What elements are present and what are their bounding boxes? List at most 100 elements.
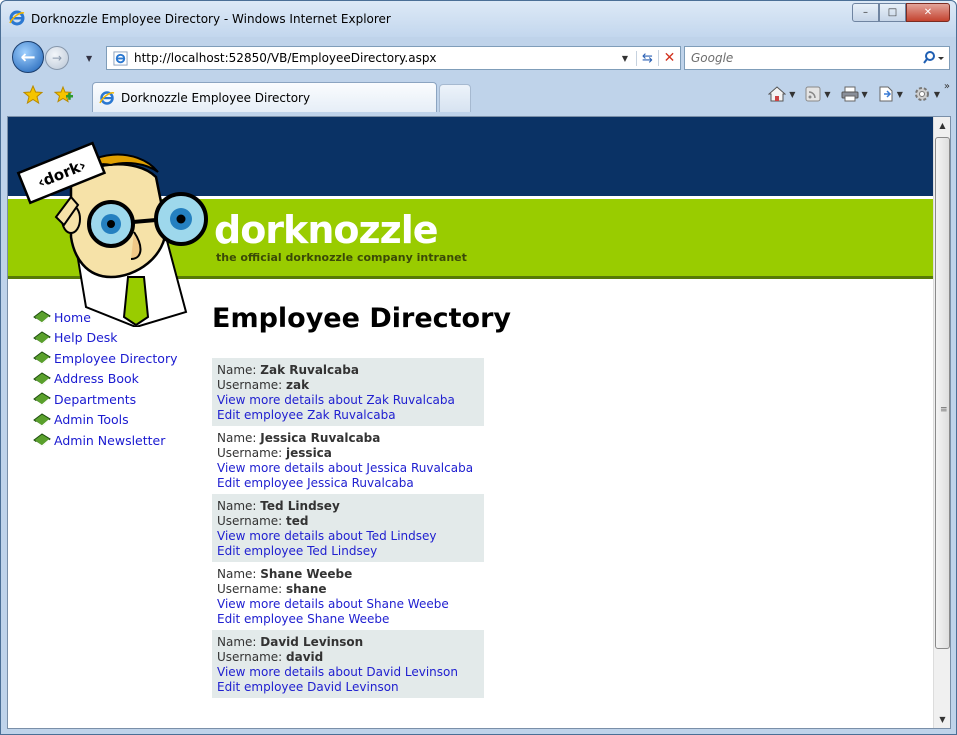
forward-button[interactable]: → [45,46,69,70]
nav-link-employee-directory[interactable]: Employee Directory [54,351,178,366]
address-dropdown-icon[interactable]: ▼ [622,54,628,63]
view-details-link[interactable]: View more details about Jessica Ruvalcab… [217,461,480,476]
command-bar: ▼ ▼ ▼ ▼ ▼ [762,85,940,103]
more-commands-chevron-icon[interactable]: » [944,81,950,92]
nav-link-help-desk[interactable]: Help Desk [54,330,118,345]
page-icon [879,86,893,102]
rss-feed-icon [805,86,821,102]
nav-item-employee-directory[interactable]: Employee Directory [33,348,178,369]
site-brand-name: dorknozzle [214,208,439,252]
home-icon [768,86,787,102]
tools-dropdown-icon[interactable]: ▼ [934,90,940,99]
page-button[interactable]: ▼ [878,86,903,102]
page-dropdown-icon[interactable]: ▼ [897,90,903,99]
title-bar[interactable]: Dorknozzle Employee Directory - Windows … [1,1,956,37]
edit-employee-link[interactable]: Edit employee Jessica Ruvalcaba [217,476,480,491]
vertical-scrollbar[interactable]: ▲ ≡ ▼ [933,117,950,728]
refresh-icon[interactable]: ⇆ [636,50,658,66]
navigation-bar: ← → ▼ http://localhost:52850/VB/Employee… [1,37,956,77]
nav-item-admin-tools[interactable]: Admin Tools [33,410,178,431]
book-icon [33,351,51,366]
employee-username: jessica [286,446,332,460]
page-title: Employee Directory [212,303,512,334]
nav-item-help-desk[interactable]: Help Desk [33,328,178,349]
nav-link-address-book[interactable]: Address Book [54,371,139,386]
nav-link-departments[interactable]: Departments [54,392,136,407]
book-icon [33,433,51,448]
edit-employee-link[interactable]: Edit employee Shane Weebe [217,612,480,627]
close-button[interactable]: ✕ [906,3,950,22]
edit-employee-link[interactable]: Edit employee David Levinson [217,680,480,695]
feeds-button[interactable]: ▼ [805,86,831,102]
name-label: Name: [217,431,261,445]
dorknozzle-mascot-logo[interactable]: ‹dork› [16,127,216,327]
gear-icon [914,87,929,101]
view-details-link[interactable]: View more details about David Levinson [217,665,480,680]
favorites-star-icon[interactable] [23,85,43,105]
nav-item-home[interactable]: Home [33,307,178,328]
employee-record: Name: Jessica Ruvalcaba Username: jessic… [212,426,484,494]
nav-link-home[interactable]: Home [54,310,91,325]
search-box[interactable]: Google [684,46,950,70]
name-label: Name: [217,363,261,377]
minimize-button[interactable]: – [852,3,879,22]
back-arrow-icon: ← [20,46,36,68]
feeds-dropdown-icon[interactable]: ▼ [824,90,830,99]
nav-link-admin-tools[interactable]: Admin Tools [54,412,129,427]
back-button[interactable]: ← [12,41,44,73]
book-icon [33,331,51,345]
book-icon [33,310,51,325]
employee-name: Ted Lindsey [260,499,340,513]
view-details-link[interactable]: View more details about Shane Weebe [217,597,480,612]
edit-employee-link[interactable]: Edit employee Zak Ruvalcaba [217,408,480,423]
nav-item-admin-newsletter[interactable]: Admin Newsletter [33,430,178,451]
tab-title: Dorknozzle Employee Directory [121,90,311,105]
page-viewport: ‹dork› dorknozzle the official dorknozzl… [7,116,951,729]
tools-button[interactable]: ▼ [913,85,940,103]
employee-record: Name: David Levinson Username: david Vie… [212,630,484,698]
ie-logo-icon [9,10,25,26]
view-details-link[interactable]: View more details about Zak Ruvalcaba [217,393,480,408]
home-button[interactable]: ▼ [768,86,795,102]
book-icon [33,372,51,386]
print-button[interactable]: ▼ [841,86,868,102]
page-ie-icon [113,50,128,66]
nav-item-address-book[interactable]: Address Book [33,369,178,390]
search-placeholder[interactable]: Google [691,51,915,65]
name-label: Name: [217,567,261,581]
address-bar[interactable]: http://localhost:52850/VB/EmployeeDirect… [106,46,681,70]
maximize-button[interactable]: □ [879,3,906,22]
stop-icon[interactable]: ✕ [658,50,680,66]
scrollbar-grip-icon: ≡ [940,405,948,415]
employee-record: Name: Ted Lindsey Username: ted View mor… [212,494,484,562]
scrollbar-thumb[interactable]: ≡ [935,137,950,649]
username-label: Username: [217,650,287,664]
scroll-up-arrow-icon[interactable]: ▲ [934,117,950,134]
forward-arrow-icon: → [51,51,63,65]
printer-icon [841,86,859,102]
tab-dorknozzle-employee-directory[interactable]: Dorknozzle Employee Directory [92,82,437,112]
scroll-down-arrow-icon[interactable]: ▼ [934,711,950,728]
recent-pages-dropdown-icon[interactable]: ▼ [86,54,92,63]
add-favorites-icon[interactable] [54,85,74,105]
print-dropdown-icon[interactable]: ▼ [862,90,868,99]
url-text[interactable]: http://localhost:52850/VB/EmployeeDirect… [134,51,622,65]
employee-list: Name: Zak Ruvalcaba Username: zak View m… [212,358,484,698]
book-icon [33,413,51,427]
browser-window: Dorknozzle Employee Directory - Windows … [0,0,957,735]
employee-username: zak [286,378,310,392]
tab-ie-icon [99,90,115,105]
employee-username: david [286,650,324,664]
edit-employee-link[interactable]: Edit employee Ted Lindsey [217,544,480,559]
home-dropdown-icon[interactable]: ▼ [789,90,795,99]
username-label: Username: [217,582,287,596]
username-label: Username: [217,514,287,528]
employee-username: ted [286,514,309,528]
search-button[interactable] [915,51,949,65]
new-tab-button[interactable] [439,84,471,112]
nav-link-admin-newsletter[interactable]: Admin Newsletter [54,433,165,448]
nav-item-departments[interactable]: Departments [33,389,178,410]
window-title: Dorknozzle Employee Directory - Windows … [31,12,391,26]
username-label: Username: [217,446,287,460]
view-details-link[interactable]: View more details about Ted Lindsey [217,529,480,544]
